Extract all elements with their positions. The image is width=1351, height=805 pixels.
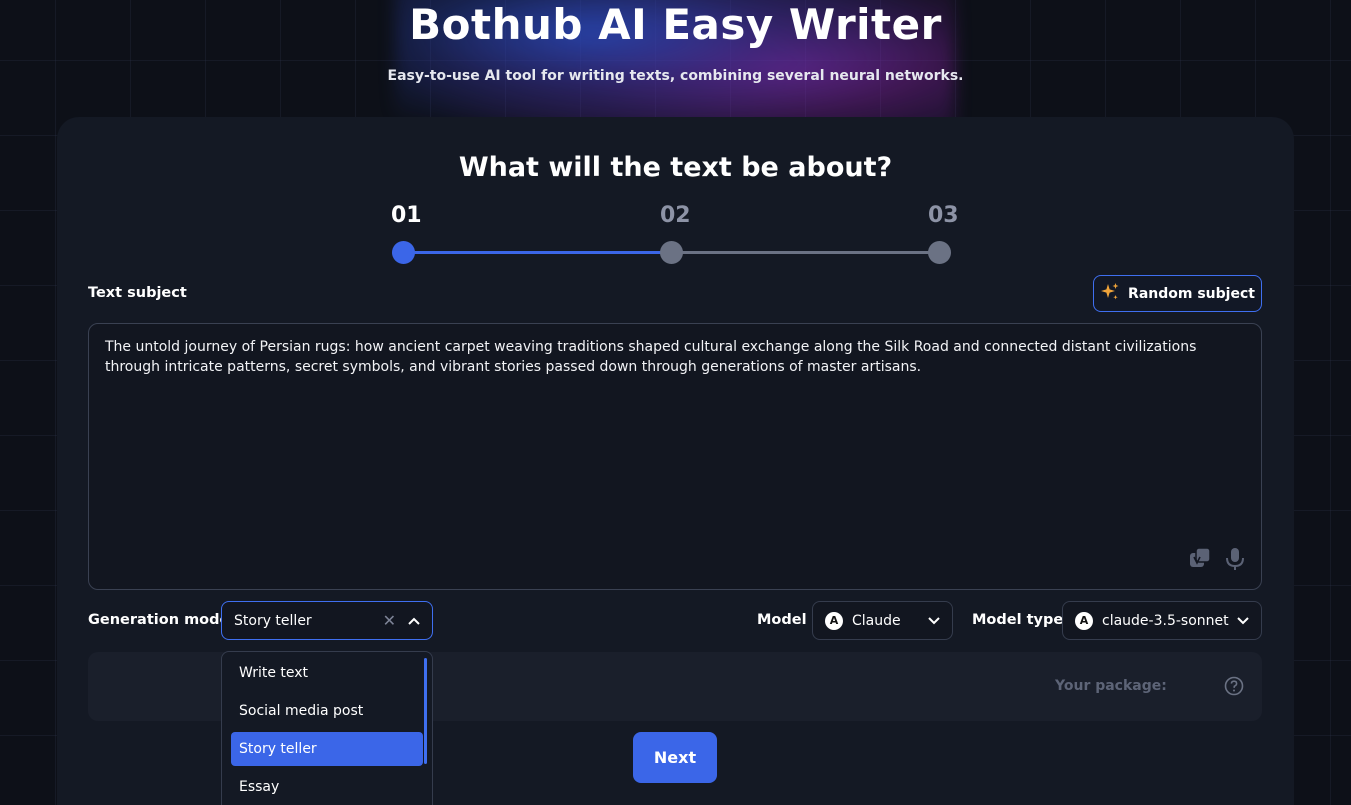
step-question: What will the text be about?: [458, 152, 893, 183]
step-2-dot[interactable]: [660, 241, 683, 264]
package-label: Your package:: [1055, 678, 1167, 694]
text-subject-input[interactable]: The untold journey of Persian rugs: how …: [88, 323, 1262, 590]
generation-mode-label: Generation mode: [88, 612, 230, 628]
chevron-down-icon[interactable]: [928, 613, 940, 629]
next-button[interactable]: Next: [633, 732, 717, 783]
step-2-label: 02: [660, 203, 691, 228]
anthropic-icon: A: [1075, 611, 1093, 630]
dropdown-option[interactable]: Essay: [231, 770, 423, 804]
sparkle-icon: [1100, 282, 1120, 306]
random-subject-button[interactable]: Random subject: [1093, 275, 1262, 312]
step-3-dot[interactable]: [928, 241, 951, 264]
model-select[interactable]: A Claude: [812, 601, 953, 640]
dropdown-option-selected[interactable]: Story teller: [231, 732, 423, 766]
help-icon[interactable]: [1224, 676, 1244, 700]
dropdown-option[interactable]: Write text: [231, 656, 423, 690]
model-type-value: claude-3.5-sonnet: [1102, 612, 1229, 629]
clear-icon[interactable]: ✕: [383, 611, 396, 630]
model-label: Model: [757, 612, 807, 628]
model-type-select[interactable]: A claude-3.5-sonnet: [1062, 601, 1262, 640]
step-3-label: 03: [928, 203, 959, 228]
dropdown-scrollbar[interactable]: [424, 658, 427, 764]
step-1-dot[interactable]: [392, 241, 415, 264]
chevron-down-icon[interactable]: [1237, 613, 1249, 629]
anthropic-icon: A: [825, 611, 843, 630]
chevron-up-icon[interactable]: [408, 613, 420, 629]
random-subject-label: Random subject: [1128, 285, 1255, 302]
translate-icon[interactable]: [1189, 546, 1211, 578]
text-subject-label: Text subject: [88, 285, 187, 301]
model-value: Claude: [852, 612, 901, 629]
microphone-icon[interactable]: [1225, 547, 1245, 578]
model-type-label: Model type: [972, 612, 1064, 628]
page-subtitle: Easy-to-use AI tool for writing texts, c…: [387, 68, 964, 84]
step-track-complete: [404, 251, 672, 254]
generation-mode-value: Story teller: [234, 612, 312, 629]
text-subject-value: The untold journey of Persian rugs: how …: [105, 339, 1197, 375]
page-title: Bothub AI Easy Writer: [409, 0, 942, 49]
generation-mode-dropdown: Write text Social media post Story telle…: [221, 651, 433, 805]
dropdown-option[interactable]: Social media post: [231, 694, 423, 728]
step-track-pending: [672, 251, 940, 254]
generation-mode-select[interactable]: Story teller ✕: [221, 601, 433, 640]
step-1-label: 01: [391, 203, 422, 228]
